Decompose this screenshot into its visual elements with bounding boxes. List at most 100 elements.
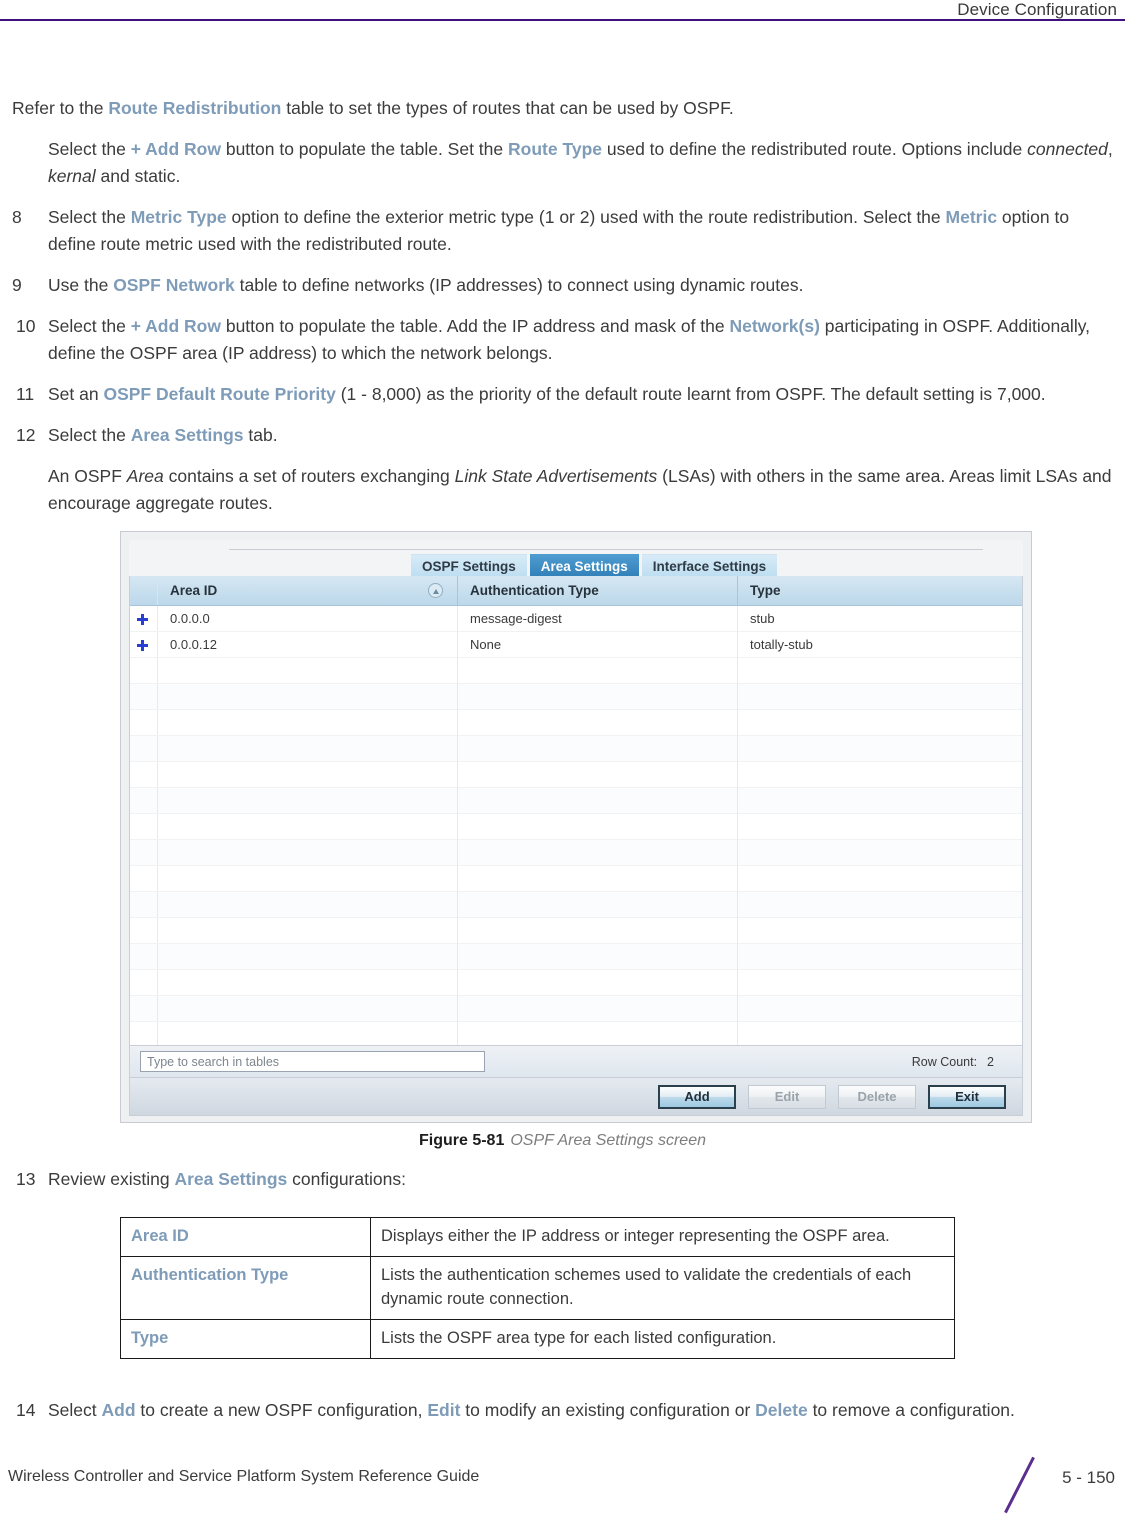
step-9-s1: Use the bbox=[48, 275, 114, 295]
term-area-settings: Area Settings bbox=[130, 425, 244, 445]
step-10-s1: Select the bbox=[48, 316, 131, 336]
cell-empty bbox=[738, 710, 1022, 736]
row-gutter bbox=[130, 762, 158, 787]
cell-empty bbox=[738, 866, 1022, 892]
row-gutter bbox=[130, 892, 158, 917]
intro-post: table to set the types of routes that ca… bbox=[281, 98, 734, 118]
cell-empty bbox=[738, 892, 1022, 918]
figure-caption: Figure 5-81 OSPF Area Settings screen bbox=[12, 1132, 1113, 1150]
table-row-empty bbox=[130, 788, 1022, 814]
cell-type: totally-stub bbox=[750, 637, 813, 652]
field-desc-area-id: Displays either the IP address or intege… bbox=[370, 1217, 955, 1257]
table-row: Authentication Type Lists the authentica… bbox=[120, 1256, 955, 1320]
delete-button[interactable]: Delete bbox=[838, 1084, 916, 1109]
cell-authentication-type: None bbox=[458, 632, 738, 658]
exit-button[interactable]: Exit bbox=[928, 1084, 1006, 1109]
area-settings-table: Area ID Authentication Type Type 0.0.0.0… bbox=[129, 576, 1023, 1046]
cell-empty bbox=[158, 658, 458, 684]
sort-ascending-icon[interactable] bbox=[428, 583, 443, 598]
search-input[interactable]: Type to search in tables bbox=[140, 1051, 485, 1072]
cell-empty bbox=[738, 814, 1022, 840]
screenshot-window: OSPF Settings Area Settings Interface Se… bbox=[129, 540, 1023, 1116]
cell-empty bbox=[458, 658, 738, 684]
field-description-table: Area ID Displays either the IP address o… bbox=[120, 1217, 955, 1359]
cell-empty bbox=[158, 892, 458, 918]
cell-empty bbox=[738, 736, 1022, 762]
tab-strip: OSPF Settings Area Settings Interface Se… bbox=[129, 540, 1023, 580]
field-name-authentication-type: Authentication Type bbox=[120, 1256, 371, 1320]
column-header-type[interactable]: Type bbox=[738, 576, 1022, 606]
cell-empty bbox=[158, 736, 458, 762]
step-12-s2: tab. bbox=[243, 425, 278, 445]
table-row-empty bbox=[130, 710, 1022, 736]
intro-sub-s1: Select the bbox=[48, 139, 131, 159]
step-11-s1: Set an bbox=[48, 384, 104, 404]
row-gutter bbox=[130, 736, 158, 761]
step-11-s2: (1 - 8,000) as the priority of the defau… bbox=[335, 384, 1046, 404]
table-row-empty bbox=[130, 944, 1022, 970]
cell-area-id: 0.0.0.0 bbox=[158, 606, 458, 632]
step-14-s1: Select bbox=[48, 1400, 102, 1420]
table-row-empty bbox=[130, 684, 1022, 710]
table-row-empty bbox=[130, 736, 1022, 762]
cell-empty bbox=[738, 918, 1022, 944]
term-add: Add bbox=[101, 1400, 136, 1420]
row-gutter bbox=[130, 684, 158, 709]
column-header-authentication-type[interactable]: Authentication Type bbox=[458, 576, 738, 606]
action-bar: Add Edit Delete Exit bbox=[129, 1078, 1023, 1116]
term-edit: Edit bbox=[427, 1400, 461, 1420]
cell-empty bbox=[158, 996, 458, 1022]
intro-sub-s4: , bbox=[1107, 139, 1113, 159]
step-14-s4: to remove a configuration. bbox=[807, 1400, 1015, 1420]
cell-empty bbox=[458, 840, 738, 866]
column-header-area-id[interactable]: Area ID bbox=[158, 576, 458, 606]
step-10-s2: button to populate the table. Add the IP… bbox=[220, 316, 730, 336]
table-row: Type Lists the OSPF area type for each l… bbox=[120, 1319, 955, 1359]
cell-empty bbox=[738, 788, 1022, 814]
page-title: Device Configuration bbox=[957, 0, 1117, 19]
step-11: 11 Set an OSPF Default Route Priority (1 … bbox=[12, 381, 1113, 408]
table-row-empty bbox=[130, 1022, 1022, 1045]
table-row-empty bbox=[130, 840, 1022, 866]
step-12-number: 12 bbox=[16, 425, 36, 445]
cell-empty bbox=[738, 658, 1022, 684]
intro-sub-s5: and static. bbox=[95, 166, 181, 186]
step-12-sub-s1: An OSPF bbox=[48, 466, 127, 486]
add-button[interactable]: Add bbox=[658, 1084, 736, 1109]
field-desc-type: Lists the OSPF area type for each listed… bbox=[370, 1319, 955, 1359]
column-header-area-id-label: Area ID bbox=[170, 583, 218, 598]
row-count: Row Count: 2 bbox=[912, 1055, 1012, 1069]
table-row-empty bbox=[130, 970, 1022, 996]
row-gutter bbox=[130, 658, 158, 683]
cell-empty bbox=[458, 892, 738, 918]
step-13-s1: Review existing bbox=[48, 1169, 175, 1189]
step-8-number: 8 bbox=[12, 207, 22, 227]
table-row-empty bbox=[130, 892, 1022, 918]
row-count-value: 2 bbox=[987, 1054, 994, 1069]
cell-empty bbox=[458, 736, 738, 762]
row-gutter bbox=[130, 918, 158, 943]
expand-plus-icon[interactable] bbox=[137, 640, 148, 651]
term-route-redistribution: Route Redistribution bbox=[108, 98, 282, 118]
tabstrip-rule bbox=[229, 549, 983, 550]
cell-empty bbox=[458, 1022, 738, 1045]
figure-number: Figure 5-81 bbox=[418, 1132, 505, 1149]
step-9: 9 Use the OSPF Network table to define ne… bbox=[12, 272, 1113, 299]
footer-guide-title: Wireless Controller and Service Platform… bbox=[8, 1468, 480, 1485]
row-gutter bbox=[130, 606, 158, 631]
figure-5-81: OSPF Settings Area Settings Interface Se… bbox=[12, 531, 1113, 1150]
edit-button[interactable]: Edit bbox=[748, 1084, 826, 1109]
step-9-s2: table to define networks (IP addresses) … bbox=[234, 275, 804, 295]
table-row[interactable]: 0.0.0.0 message-digest stub bbox=[130, 606, 1022, 632]
row-gutter bbox=[130, 840, 158, 865]
table-row[interactable]: 0.0.0.12 None totally-stub bbox=[130, 632, 1022, 658]
header-divider bbox=[0, 19, 1125, 21]
step-8-s2: option to define the exterior metric typ… bbox=[226, 207, 946, 227]
cell-type: stub bbox=[750, 611, 775, 626]
cell-empty bbox=[458, 762, 738, 788]
header-gutter bbox=[130, 576, 158, 605]
expand-plus-icon[interactable] bbox=[137, 614, 148, 625]
cell-empty bbox=[738, 944, 1022, 970]
term-ospf-default-route-priority: OSPF Default Route Priority bbox=[103, 384, 336, 404]
cell-empty bbox=[158, 788, 458, 814]
